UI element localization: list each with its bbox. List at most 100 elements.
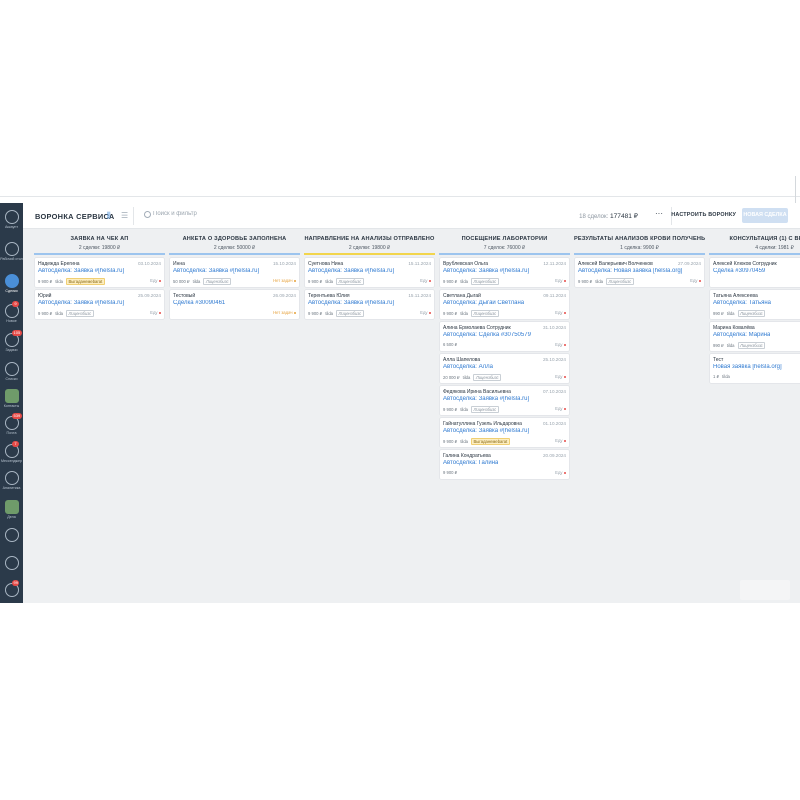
column-summary: 2 сделки: 50000 ₽ [213, 245, 256, 251]
deal-card[interactable]: Федякова Ирина Васильевна 07.10.2024 Автос… [440, 386, 569, 415]
deal-card[interactable]: Врублевская Ольга 12.11.2024 Автосделка: З… [440, 258, 569, 287]
contact-name[interactable]: Юрий [38, 293, 51, 299]
contact-name[interactable]: Алексей Клюков Сотрудник [713, 261, 777, 267]
sidebar-item-analytics[interactable]: Аналитика [0, 468, 23, 500]
deal-link[interactable]: Автосделка: Марина [713, 332, 770, 338]
deal-card[interactable]: Марина Ковалёва Автосделка: Марина 990 ₽ ti… [710, 322, 800, 351]
contact-name[interactable]: Светлана Дыгай [443, 293, 481, 299]
deal-link[interactable]: Автосделка: Заявка #[helsla.ru] [443, 268, 529, 274]
deal-source: tilda [726, 311, 735, 316]
task-status-label: Еду [555, 470, 563, 475]
task-status: Еду [555, 310, 566, 315]
contact-name[interactable]: Терентьева Юлия [308, 293, 350, 299]
column-header[interactable]: АНКЕТА О ЗДОРОВЬЕ ЗАПОЛНЕНА 2 сделки: 500… [169, 230, 300, 255]
deal-tag[interactable]: Лицензбизс [336, 278, 364, 285]
deal-link[interactable]: Автосделка: Татьяна [713, 300, 771, 306]
deal-link[interactable]: Автосделка: Галина [443, 460, 498, 466]
task-status-label: Еду [555, 438, 563, 443]
deal-tag[interactable]: Лицензбизс [473, 374, 502, 381]
contact-name[interactable]: Галина Кондратьева [443, 453, 491, 459]
deal-link[interactable]: Автосделка: Алла [443, 364, 493, 370]
more-menu-button[interactable]: ··· [655, 209, 663, 218]
contact-name[interactable]: Алексей Валерьевич Волченков [578, 261, 653, 267]
deal-card[interactable]: Юрий 25.09.2024 Автосделка: Заявка #[helsl… [35, 290, 164, 319]
deal-link[interactable]: Автосделка: Заявка #[helsla.ru] [443, 396, 529, 402]
deal-card[interactable]: Татьяна Алексеева Автосделка: Татьяна 990 … [710, 290, 800, 319]
task-status: Еду [420, 310, 431, 315]
deal-tag[interactable]: Выгаданемеbarat [66, 278, 105, 285]
deal-card[interactable]: Терентьева Юлия 15.11.2024 Автосделка: Зая… [305, 290, 434, 319]
deal-link[interactable]: Автосделка: Дыгай Светлана [443, 300, 524, 306]
deal-tag[interactable]: Лицензбизс [203, 278, 232, 285]
deal-card[interactable]: Алина Ермолаева Сотрудник 31.10.2024 Автос… [440, 322, 569, 351]
column-summary: 2 сделки: 19800 ₽ [348, 245, 391, 251]
deal-link[interactable]: Автосделка: Сделка #30750579 [443, 332, 531, 338]
deal-card[interactable]: Суетнова Нина 15.11.2024 Автосделка: Заявк… [305, 258, 434, 287]
column-header[interactable]: КОНСУЛЬТАЦИЯ (1) С ВРАЧОМ 4 сделки: 1981 … [709, 230, 800, 255]
contact-name[interactable]: Марина Ковалёва [713, 325, 755, 331]
deal-card[interactable]: Алексей Клюков Сотрудник Сделка #30970459 [710, 258, 800, 287]
contact-name[interactable]: Тестовый [173, 293, 195, 299]
task-status: Еду [555, 470, 566, 475]
contact-name[interactable]: Алла Шапелова [443, 357, 480, 363]
deal-tag[interactable]: Лицензбизс [471, 406, 499, 413]
list-view-icon[interactable]: ☰ [121, 211, 128, 220]
setup-pipeline-button[interactable]: НАСТРОИТЬ ВОРОНКУ [671, 212, 736, 218]
contact-name[interactable]: Алина Ермолаева Сотрудник [443, 325, 511, 331]
sidebar-item-news[interactable]: Новое 9 [0, 301, 23, 333]
deal-link[interactable]: Автосделка: Заявка #[helsla.ru] [38, 300, 124, 306]
deal-price: 990 ₽ [713, 311, 724, 316]
deal-tag[interactable]: Лицензбизс [336, 310, 364, 317]
contact-name[interactable]: Инна [173, 261, 185, 267]
deal-link[interactable]: Сделка #30090461 [173, 300, 225, 306]
deal-source: tilda [192, 279, 201, 284]
deal-link[interactable]: Автосделка: Заявка #[helsla.ru] [443, 428, 529, 434]
deal-tag[interactable]: Лицензбизс [66, 310, 94, 317]
sidebar-item-support[interactable]: 99 [0, 580, 23, 603]
column-header[interactable]: РЕЗУЛЬТАТЫ АНАЛИЗОВ КРОВИ ПОЛУЧЕНЫ 1 сдел… [574, 230, 705, 255]
chat-widget[interactable] [740, 580, 790, 600]
contact-name[interactable]: Суетнова Нина [308, 261, 343, 267]
contact-name[interactable]: Татьяна Алексеева [713, 293, 758, 299]
deal-card[interactable]: Тестовый 26.09.2024 Сделка #30090461 Нет за… [170, 290, 299, 319]
column-header[interactable]: ПОСЕЩЕНИЕ ЛАБОРАТОРИИ 7 сделок: 76000 ₽ [439, 230, 570, 255]
deal-link[interactable]: Сделка #30970459 [713, 268, 765, 274]
contact-name[interactable]: Федякова Ирина Васильевна [443, 389, 511, 395]
sidebar-item-avatar[interactable]: Аккаунт [0, 207, 23, 239]
deal-link[interactable]: Автосделка: Заявка #[helsla.ru] [38, 268, 124, 274]
deal-card[interactable]: Алексей Валерьевич Волченков 27.09.2024 Ав… [575, 258, 704, 287]
deal-card[interactable]: Гайнатуллина Гузель Ильдаровна 01.10.2024… [440, 418, 569, 447]
deal-card[interactable]: Тест Новая заявка [helsla.org] 1 ₽ tilda [710, 354, 800, 383]
deal-card[interactable]: Инна 15.10.2024 Автосделка: Заявка #[helsl… [170, 258, 299, 287]
deal-link[interactable]: Автосделка: Заявка #[helsla.ru] [308, 300, 394, 306]
contact-name[interactable]: Гайнатуллина Гузель Ильдаровна [443, 421, 522, 427]
kanban-view-icon[interactable]: ⫼ [107, 211, 111, 221]
deal-tag[interactable]: Лицензбизс [606, 278, 634, 285]
deal-card[interactable]: Надежда Ерегина 03.10.2024 Автосделка: Зая… [35, 258, 164, 287]
deal-tag[interactable]: Лицензбизс [737, 310, 766, 317]
deal-card[interactable]: Светлана Дыгай 09.11.2024 Автосделка: Дыга… [440, 290, 569, 319]
contact-name[interactable]: Надежда Ерегина [38, 261, 80, 267]
deal-source: tilda [460, 439, 468, 444]
contact-name[interactable]: Врублевская Ольга [443, 261, 488, 267]
deal-card[interactable]: Галина Кондратьева 20.09.2024 Автосделка: … [440, 450, 569, 479]
deal-tag[interactable]: Лицензбизс [471, 278, 499, 285]
deal-tag[interactable]: Выгаданемеbarat [471, 438, 510, 445]
sidebar-item-deals[interactable]: Сделки [0, 271, 23, 303]
deal-link[interactable]: Автосделка: Новая заявка [helsla.org] [578, 268, 682, 274]
sidebar-item-dashboard[interactable]: Рабочий стол [0, 239, 23, 271]
status-dot-icon [563, 279, 566, 283]
deal-link[interactable]: Новая заявка [helsla.org] [713, 364, 782, 370]
column-header[interactable]: ЗАЯВКА НА ЧЕК АП 2 сделки: 19800 ₽ [34, 230, 165, 255]
sidebar-item-tasks[interactable]: Задачи 105 [0, 330, 23, 362]
deal-link[interactable]: Автосделка: Заявка #[helsla.ru] [173, 268, 259, 274]
deal-tag[interactable]: Лицензбизс [737, 342, 766, 349]
deal-tag[interactable]: Лицензбизс [471, 310, 499, 317]
contact-name[interactable]: Тест [713, 357, 723, 363]
deal-card[interactable]: Алла Шапелова 25.10.2024 Автосделка: Алла 2… [440, 354, 569, 383]
deal-link[interactable]: Автосделка: Заявка #[helsla.ru] [308, 268, 394, 274]
search-input[interactable] [153, 211, 353, 217]
column-header[interactable]: НАПРАВЛЕНИЕ НА АНАЛИЗЫ ОТПРАВЛЕНО 2 сделк… [304, 230, 435, 255]
deal-price: 50 000 ₽ [173, 279, 190, 284]
new-deal-button[interactable]: НОВАЯ СДЕЛКА [742, 208, 788, 223]
